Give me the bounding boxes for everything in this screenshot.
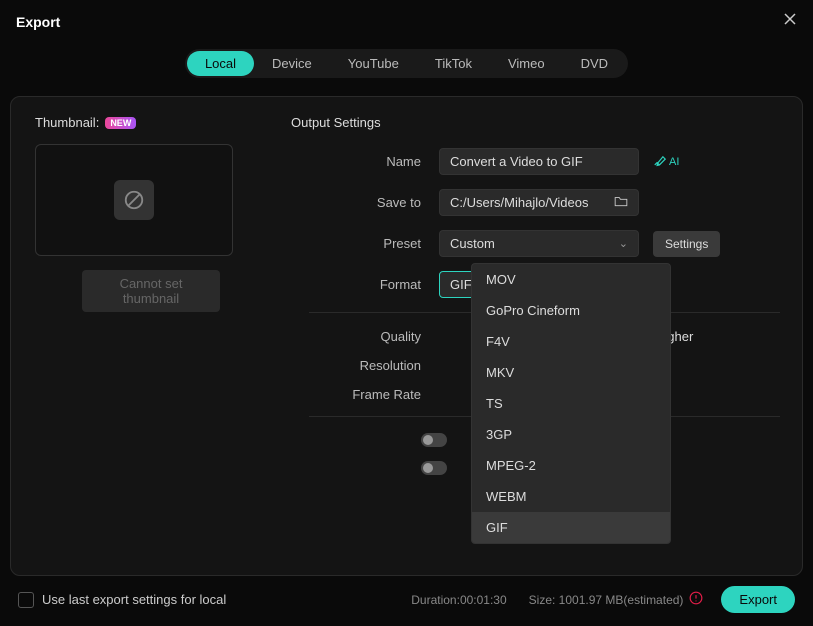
thumbnail-preview: [35, 144, 233, 256]
format-option-gopro[interactable]: GoPro Cineform: [472, 295, 670, 326]
name-input[interactable]: Convert a Video to GIF: [439, 148, 639, 175]
ai-rename-button[interactable]: AI: [653, 155, 679, 169]
size-text: Size: 1001.97 MB(estimated): [529, 593, 684, 607]
thumbnail-label-text: Thumbnail:: [35, 115, 99, 130]
resolution-label: Resolution: [291, 358, 439, 373]
name-label: Name: [291, 154, 439, 169]
dialog-title: Export: [16, 14, 60, 30]
preset-select[interactable]: Custom ⌄: [439, 230, 639, 257]
format-option-mkv[interactable]: MKV: [472, 357, 670, 388]
new-badge: NEW: [105, 117, 136, 129]
export-tabs: Local Device YouTube TikTok Vimeo DVD: [185, 49, 628, 78]
format-option-ts[interactable]: TS: [472, 388, 670, 419]
preset-settings-button[interactable]: Settings: [653, 231, 720, 257]
warning-icon[interactable]: [689, 591, 703, 608]
tab-dvd[interactable]: DVD: [563, 51, 626, 76]
duration-text: Duration:00:01:30: [411, 593, 506, 607]
use-last-settings-checkbox[interactable]: [18, 592, 34, 608]
no-thumbnail-icon: [114, 180, 154, 220]
set-thumbnail-button: Cannot set thumbnail: [82, 270, 220, 312]
close-icon[interactable]: [783, 12, 797, 31]
format-option-3gp[interactable]: 3GP: [472, 419, 670, 450]
format-dropdown: MOV GoPro Cineform F4V MKV TS 3GP MPEG-2…: [471, 263, 671, 544]
quality-label: Quality: [291, 329, 439, 344]
save-to-input[interactable]: C:/Users/Mihajlo/Videos: [439, 189, 639, 216]
save-to-label: Save to: [291, 195, 439, 210]
ai-label: AI: [669, 156, 679, 168]
frame-rate-label: Frame Rate: [291, 387, 439, 402]
tab-youtube[interactable]: YouTube: [330, 51, 417, 76]
format-option-f4v[interactable]: F4V: [472, 326, 670, 357]
export-button[interactable]: Export: [721, 586, 795, 613]
tab-device[interactable]: Device: [254, 51, 330, 76]
use-last-settings-label: Use last export settings for local: [42, 592, 226, 607]
thumbnail-label: Thumbnail: NEW: [35, 115, 267, 130]
format-option-mpeg2[interactable]: MPEG-2: [472, 450, 670, 481]
tab-tiktok[interactable]: TikTok: [417, 51, 490, 76]
folder-icon[interactable]: [614, 195, 628, 210]
format-label: Format: [291, 277, 439, 292]
toggle-option-1[interactable]: [421, 433, 447, 447]
format-option-gif[interactable]: GIF: [472, 512, 670, 543]
toggle-option-2[interactable]: [421, 461, 447, 475]
output-settings-title: Output Settings: [291, 115, 780, 130]
tab-local[interactable]: Local: [187, 51, 254, 76]
tab-vimeo[interactable]: Vimeo: [490, 51, 563, 76]
format-option-mov[interactable]: MOV: [472, 264, 670, 295]
preset-label: Preset: [291, 236, 439, 251]
format-option-webm[interactable]: WEBM: [472, 481, 670, 512]
chevron-down-icon: ⌄: [619, 237, 628, 250]
